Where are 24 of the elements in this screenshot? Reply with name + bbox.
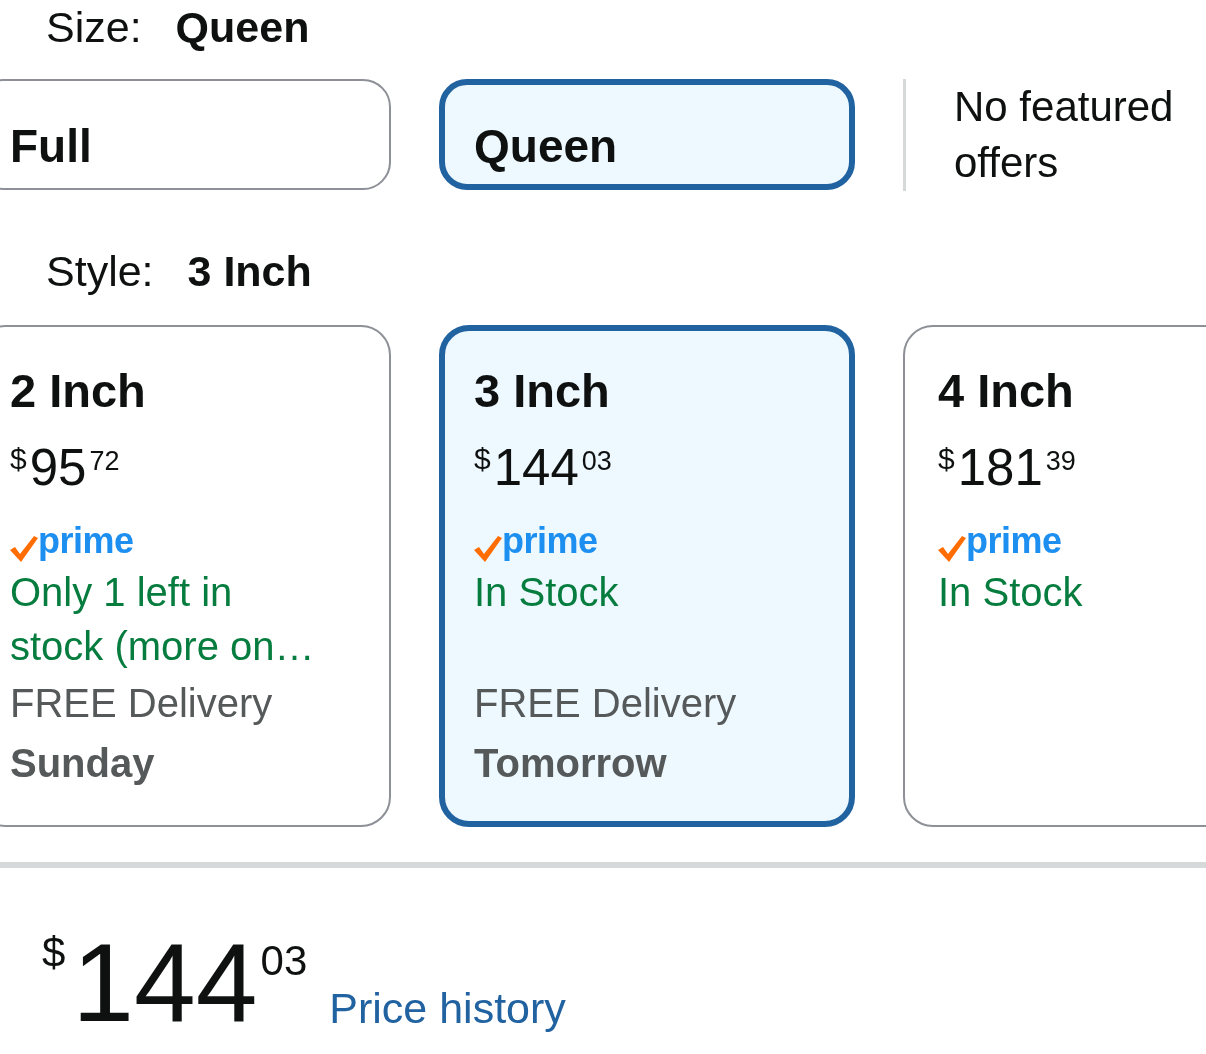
option-title: 2 Inch: [10, 363, 146, 419]
badge-label: prime: [38, 523, 134, 559]
delivery-day: Tomorrow: [474, 733, 667, 793]
badge-label: prime: [502, 523, 598, 559]
selected-value: Queen: [175, 2, 310, 53]
selector-label: Size:: [46, 2, 142, 53]
size-option-button[interactable]: Full: [0, 79, 391, 190]
check-icon: [938, 536, 966, 562]
check-icon: [474, 536, 502, 562]
delivery-label: FREE Delivery: [10, 680, 273, 727]
delivery-day: Sunday: [10, 733, 155, 793]
stock-status: Only 1 left in stock (more on…: [10, 569, 316, 670]
delivery-label: FREE Delivery: [474, 680, 737, 727]
option-title: 4 Inch: [938, 363, 1074, 419]
option-title: 3 Inch: [474, 363, 610, 419]
selected-value: 3 Inch: [187, 246, 312, 297]
badge-label: prime: [966, 523, 1062, 559]
size-option-button[interactable]: Queen: [439, 79, 855, 190]
selector-label: Style:: [46, 246, 154, 297]
stock-status: In Stock: [938, 569, 1083, 616]
check-icon: [10, 536, 38, 562]
stock-status: In Stock: [474, 569, 619, 616]
price-history-link[interactable]: Price history: [329, 987, 566, 1030]
no-offers-note: No featured offers: [954, 82, 1175, 188]
